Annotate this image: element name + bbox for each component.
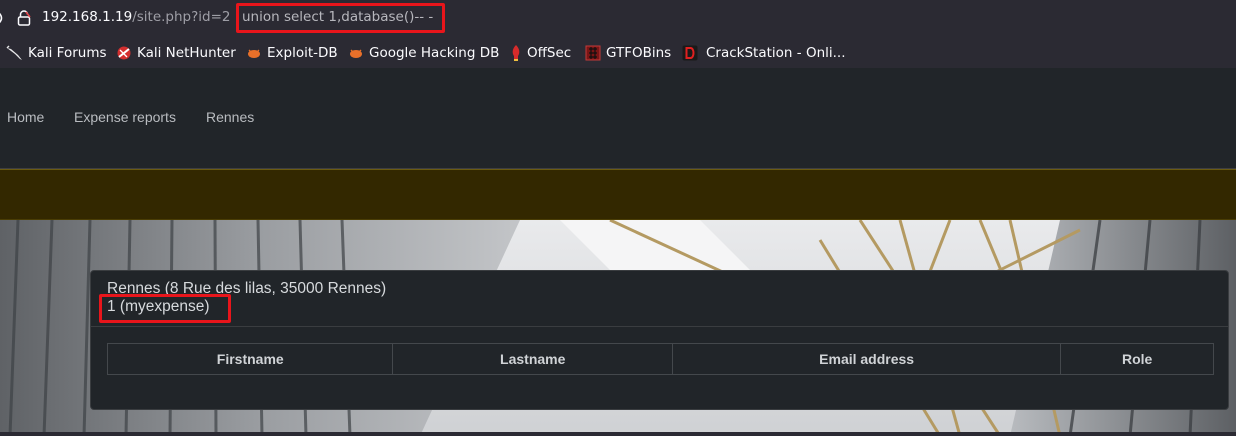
bottom-scroll-edge (0, 432, 1236, 436)
column-email[interactable]: Email address (673, 344, 1062, 374)
bookmark-offsec[interactable]: OffSec (510, 44, 571, 62)
bookmark-crackstation[interactable]: CrackStation - Onli... (682, 44, 846, 62)
bookmark-label: CrackStation - Onli... (706, 45, 846, 61)
bookmark-gtfobins[interactable]: GTFOBins (585, 44, 671, 62)
offsec-flame-icon (512, 45, 520, 61)
bookmark-google-hacking-db[interactable]: Google Hacking DB (348, 44, 499, 62)
nethunter-icon (117, 46, 131, 60)
lock-icon[interactable] (17, 10, 31, 26)
nav-rennes[interactable]: Rennes (206, 109, 254, 125)
bookmark-label: Kali NetHunter (137, 45, 236, 61)
bookmark-kali-forums[interactable]: Kali Forums (6, 44, 107, 62)
kali-dragon-icon (6, 45, 22, 60)
info-icon[interactable] (0, 10, 8, 26)
bookmark-label: OffSec (527, 45, 572, 61)
nav-home[interactable]: Home (7, 109, 44, 125)
bookmarks-toolbar: Kali Forums Kali NetHunter Exploit-DB Go… (0, 36, 1236, 68)
site-card: Rennes (8 Rue des lilas, 35000 Rennes) 1… (90, 270, 1229, 410)
column-lastname[interactable]: Lastname (393, 344, 673, 374)
column-role[interactable]: Role (1061, 344, 1213, 374)
bookmark-kali-nethunter[interactable]: Kali NetHunter (116, 44, 236, 62)
url-host: 192.168.1.19 (42, 9, 133, 25)
exploitdb-bug-icon (248, 49, 260, 58)
bookmark-label: Kali Forums (28, 45, 107, 61)
ghdb-bug-icon (350, 49, 362, 58)
bookmark-exploit-db[interactable]: Exploit-DB (246, 44, 338, 62)
bookmark-label: Google Hacking DB (369, 45, 500, 61)
column-firstname[interactable]: Firstname (108, 344, 394, 374)
url-text[interactable]: 192.168.1.19/site.php?id=2 (42, 9, 231, 25)
subtitle-highlight (99, 294, 231, 323)
alert-banner (0, 169, 1236, 220)
url-injection-highlight (236, 3, 445, 33)
crackstation-d-icon (682, 45, 698, 61)
card-header: Rennes (8 Rue des lilas, 35000 Rennes) 1… (91, 271, 1228, 327)
url-path: /site.php?id=2 (132, 9, 231, 25)
bookmark-label: GTFOBins (606, 45, 672, 61)
site-navbar: Home Expense reports Rennes (0, 68, 1236, 169)
url-bar[interactable]: 192.168.1.19/site.php?id=2 union select … (0, 0, 1236, 36)
gtfobins-grid-icon (585, 45, 601, 61)
bookmark-label: Exploit-DB (267, 45, 338, 61)
nav-expense-reports[interactable]: Expense reports (74, 109, 176, 125)
users-table-header: Firstname Lastname Email address Role (107, 343, 1214, 375)
